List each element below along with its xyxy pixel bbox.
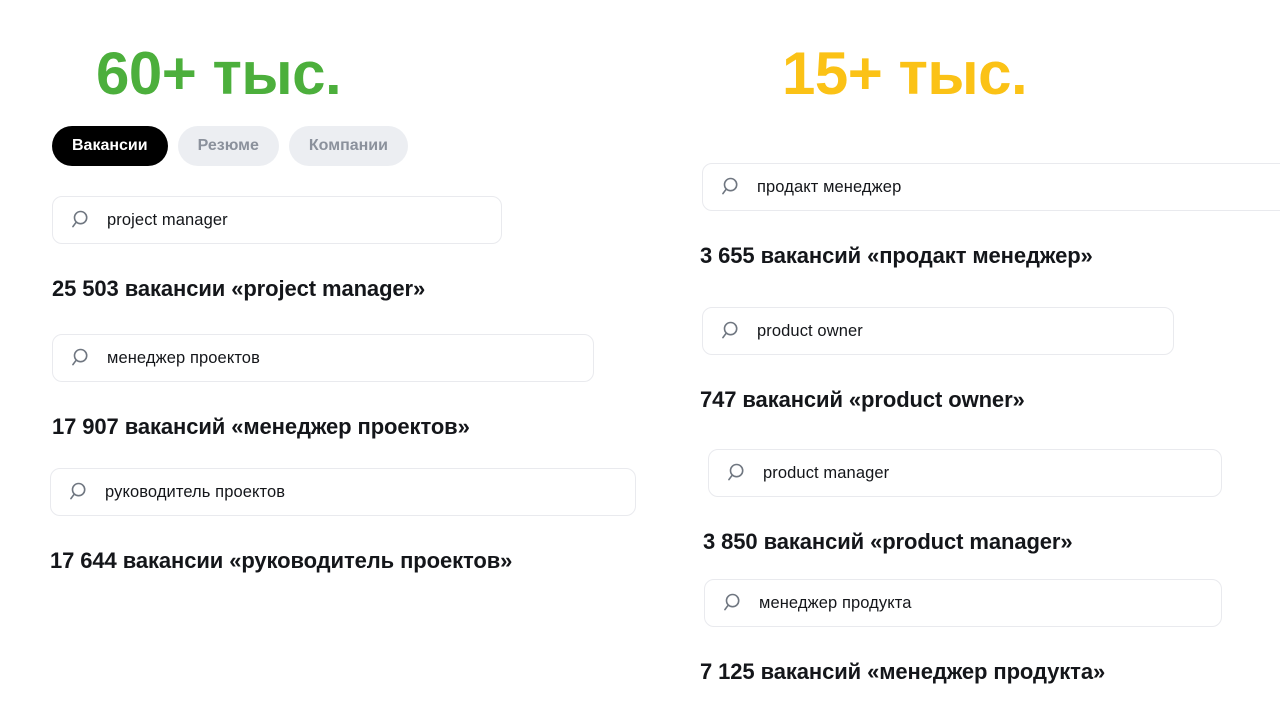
- search-input-left-3[interactable]: руководитель проектов: [50, 468, 636, 516]
- left-tab-group: Вакансии Резюме Компании: [52, 126, 408, 166]
- right-stat-headline: 15+ тыс.: [782, 40, 1028, 107]
- tab-vakansii-label: Вакансии: [72, 137, 148, 154]
- search-icon: [71, 347, 93, 369]
- search-icon: [723, 592, 745, 614]
- left-stat-headline: 60+ тыс.: [96, 40, 342, 107]
- search-icon: [721, 176, 743, 198]
- search-input-right-4[interactable]: менеджер продукта: [704, 579, 1222, 627]
- result-heading-right-1: 3 655 вакансий «продакт менеджер»: [700, 243, 1093, 268]
- left-panel: 60+ тыс. Вакансии Резюме Компании projec…: [0, 0, 690, 712]
- search-query-text: продакт менеджер: [757, 177, 902, 196]
- search-query-text: менеджер проектов: [107, 348, 260, 367]
- search-query-text: руководитель проектов: [105, 482, 286, 501]
- search-icon: [721, 320, 743, 342]
- result-heading-right-3: 3 850 вакансий «product manager»: [703, 529, 1073, 554]
- search-icon: [727, 462, 749, 484]
- search-icon: [71, 209, 93, 231]
- search-query-text: project manager: [107, 210, 228, 229]
- tab-rezume-label: Резюме: [197, 137, 259, 154]
- tab-kompanii-label: Компании: [308, 137, 388, 154]
- tab-kompanii[interactable]: Компании: [288, 126, 408, 166]
- right-panel: 15+ тыс. продакт менеджер 3 655 вакансий…: [690, 0, 1280, 712]
- result-heading-right-2: 747 вакансий «product owner»: [700, 387, 1025, 412]
- result-heading-left-3: 17 644 вакансии «руководитель проектов»: [50, 548, 513, 573]
- result-heading-left-1: 25 503 вакансии «project manager»: [52, 276, 426, 301]
- search-input-left-2[interactable]: менеджер проектов: [52, 334, 594, 382]
- tab-rezume[interactable]: Резюме: [177, 126, 279, 166]
- search-icon: [69, 481, 91, 503]
- search-input-right-3[interactable]: product manager: [708, 449, 1222, 497]
- result-heading-left-2: 17 907 вакансий «менеджер проектов»: [52, 414, 470, 439]
- search-query-text: product owner: [757, 321, 863, 340]
- search-input-right-2[interactable]: product owner: [702, 307, 1174, 355]
- search-query-text: product manager: [763, 463, 890, 482]
- tab-vakansii[interactable]: Вакансии: [52, 126, 168, 166]
- search-input-right-1[interactable]: продакт менеджер: [702, 163, 1280, 211]
- search-input-left-1[interactable]: project manager: [52, 196, 502, 244]
- search-query-text: менеджер продукта: [759, 593, 912, 612]
- result-heading-right-4: 7 125 вакансий «менеджер продукта»: [700, 659, 1106, 684]
